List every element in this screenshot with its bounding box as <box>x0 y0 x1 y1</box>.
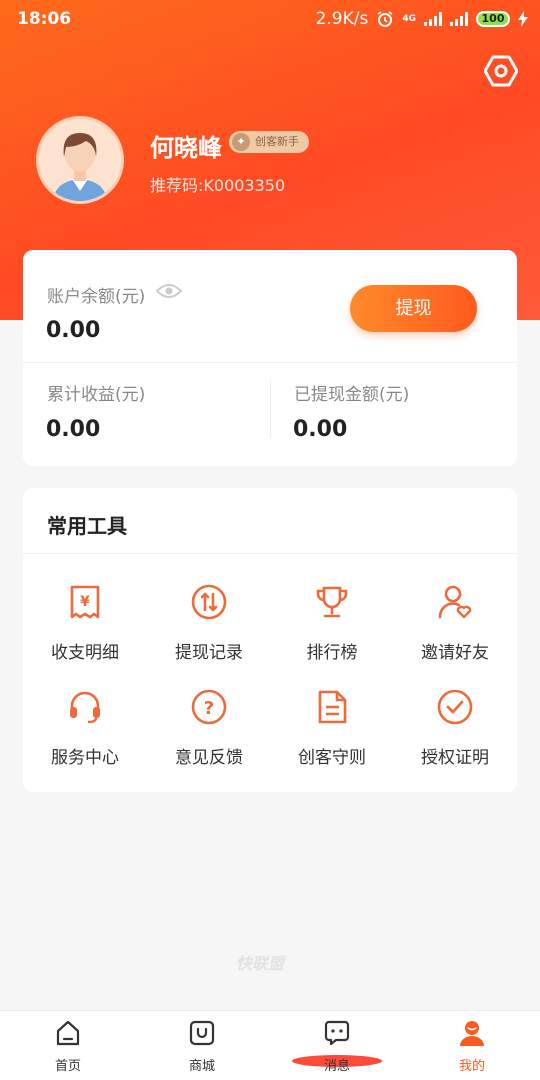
level-badge: ✦ 创客新手 <box>229 131 309 153</box>
username: 何晓峰 <box>150 134 222 162</box>
tab-label: 我的 <box>458 1059 485 1074</box>
tab-messages[interactable]: 消息 <box>292 1011 382 1080</box>
status-bar: 18:06 2.9K/s 4G 100 <box>0 0 540 40</box>
settings-icon[interactable] <box>484 54 518 88</box>
tab-shop[interactable]: 商城 <box>157 1011 247 1080</box>
shop-icon <box>189 1020 215 1046</box>
home-icon <box>56 1020 80 1046</box>
charging-icon <box>518 11 528 27</box>
tab-label: 消息 <box>323 1059 350 1074</box>
tab-label: 商城 <box>188 1059 215 1074</box>
alarm-icon <box>377 11 393 27</box>
message-icon <box>324 1020 350 1046</box>
tool-income-expense[interactable]: ¥ 收支明细 <box>23 583 147 683</box>
profile-icon <box>460 1021 484 1046</box>
document-icon <box>318 690 347 724</box>
withdrawn-amount-label: 已提现金额(元) <box>294 385 410 405</box>
tools-title: 常用工具 <box>47 514 127 538</box>
total-income-value: 0.00 <box>46 417 101 442</box>
transfer-icon <box>191 584 227 620</box>
divider <box>23 553 517 554</box>
tool-label: 收支明细 <box>51 643 119 663</box>
headset-icon <box>70 691 100 724</box>
badge-label: 创客新手 <box>255 135 299 148</box>
tool-maker-rules[interactable]: 创客守则 <box>270 688 394 788</box>
tool-label: 意见反馈 <box>175 748 243 768</box>
total-income-label: 累计收益(元) <box>47 385 146 405</box>
tool-label: 服务中心 <box>51 748 119 768</box>
invite-friend-icon <box>438 585 472 619</box>
tool-withdraw-records[interactable]: 提现记录 <box>147 583 271 683</box>
status-time: 18:06 <box>17 9 72 29</box>
tool-label: 创客守则 <box>298 748 366 768</box>
svg-text:¥: ¥ <box>80 594 90 610</box>
tab-label: 首页 <box>54 1059 81 1074</box>
tool-label: 提现记录 <box>175 643 243 663</box>
bottom-tab-bar: 首页 商城 消息 我的 <box>0 1010 540 1080</box>
network-speed: 2.9K/s <box>315 9 369 29</box>
check-circle-icon <box>437 689 473 725</box>
tool-service-center[interactable]: 服务中心 <box>23 688 147 788</box>
signal-2-icon <box>450 12 468 26</box>
brand-watermark: 快联盟 <box>236 954 285 973</box>
tool-label: 邀请好友 <box>421 643 489 663</box>
tab-profile[interactable]: 我的 <box>427 1011 517 1080</box>
account-balance-value: 0.00 <box>46 318 101 343</box>
avatar[interactable] <box>36 116 124 204</box>
withdrawn-amount-value: 0.00 <box>293 417 348 442</box>
referral-code: 推荐码:K0003350 <box>150 176 286 195</box>
eye-icon[interactable] <box>156 282 182 300</box>
network-type: 4G <box>402 14 416 24</box>
tool-authorization[interactable]: 授权证明 <box>393 688 517 788</box>
trophy-icon <box>316 586 348 618</box>
avatar-illustration <box>39 119 121 201</box>
tool-leaderboard[interactable]: 排行榜 <box>270 583 394 683</box>
divider-vertical <box>270 380 271 438</box>
svg-text:?: ? <box>204 698 214 719</box>
battery-icon: 100 <box>476 11 510 27</box>
tool-invite-friends[interactable]: 邀请好友 <box>393 583 517 683</box>
divider <box>23 362 517 363</box>
question-icon: ? <box>191 689 227 725</box>
withdraw-button[interactable]: 提现 <box>350 285 477 332</box>
tab-home[interactable]: 首页 <box>23 1011 113 1080</box>
tool-label: 排行榜 <box>306 643 358 663</box>
receipt-icon: ¥ <box>70 585 100 619</box>
signal-icon <box>424 12 442 26</box>
account-balance-label: 账户余额(元) <box>47 287 146 307</box>
status-right: 2.9K/s 4G 100 <box>316 9 528 29</box>
badge-star-icon: ✦ <box>232 133 250 151</box>
tool-feedback[interactable]: ? 意见反馈 <box>147 688 271 788</box>
tool-label: 授权证明 <box>421 748 489 768</box>
